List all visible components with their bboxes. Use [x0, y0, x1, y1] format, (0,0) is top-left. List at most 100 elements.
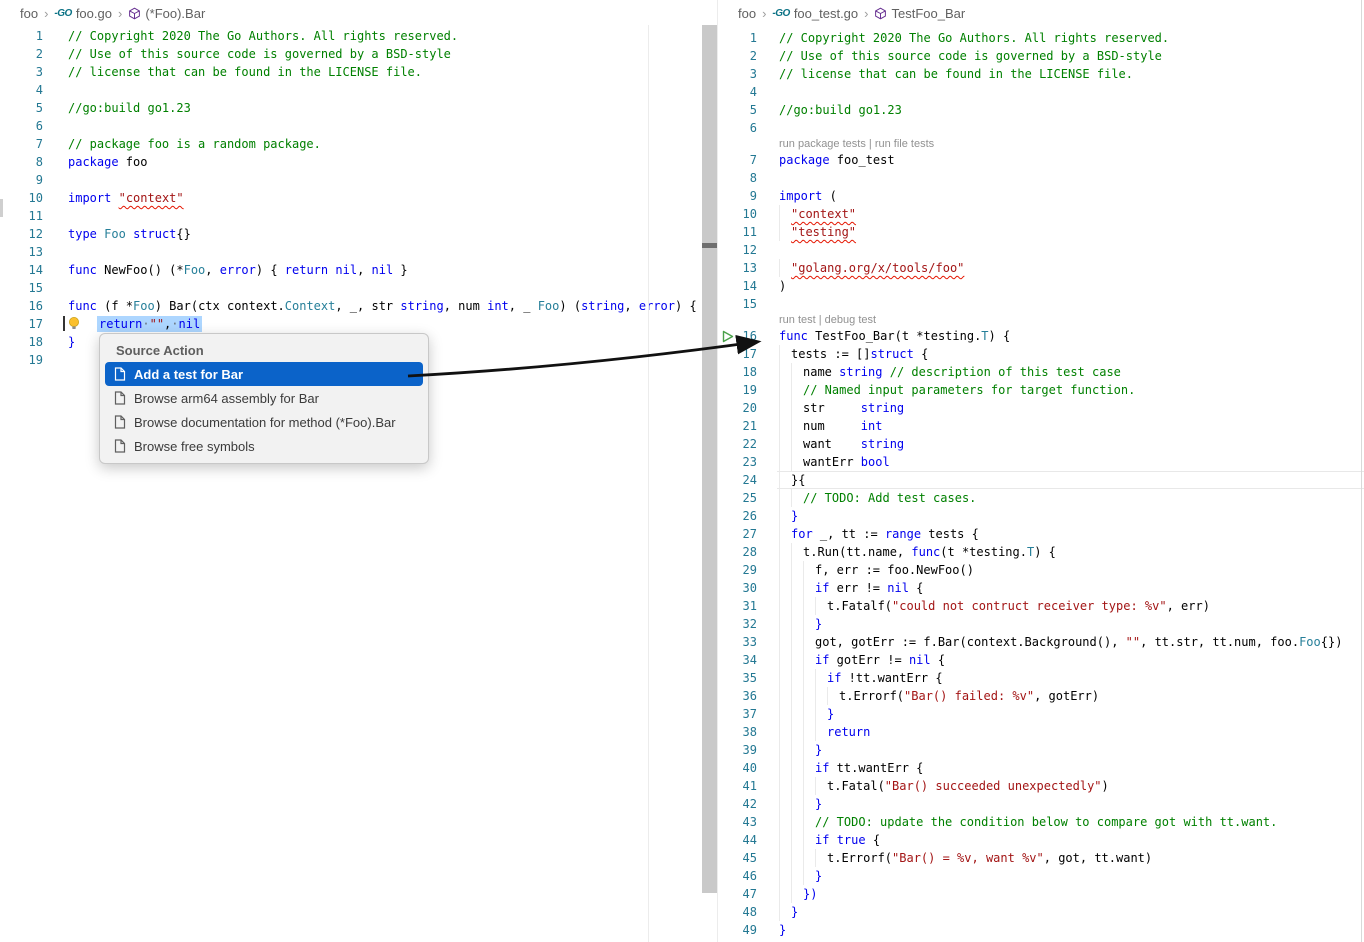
line-number[interactable]: 22 — [718, 435, 757, 453]
line-number[interactable]: 36 — [718, 687, 757, 705]
code-line[interactable]: 44if true { — [718, 831, 1364, 849]
code-line[interactable]: 2// Use of this source code is governed … — [0, 45, 718, 63]
line-number[interactable]: 3 — [0, 63, 43, 81]
code-line[interactable]: 17return·"",·nil — [0, 315, 718, 333]
run-test-icon[interactable] — [722, 330, 734, 343]
code-line[interactable]: 9import ( — [718, 187, 1364, 205]
code-line[interactable]: 30if err != nil { — [718, 579, 1364, 597]
code-line[interactable]: 20str string — [718, 399, 1364, 417]
code-line[interactable]: 26} — [718, 507, 1364, 525]
code-line[interactable]: 31t.Fatalf("could not contruct receiver … — [718, 597, 1364, 615]
breadcrumb-segment[interactable]: -GOfoo_test.go — [772, 6, 858, 21]
line-number[interactable]: 4 — [0, 81, 43, 99]
line-number[interactable]: 48 — [718, 903, 757, 921]
code-line[interactable]: 4 — [718, 83, 1364, 101]
line-number[interactable]: 7 — [718, 151, 757, 169]
code-line[interactable]: 9 — [0, 171, 718, 189]
code-line[interactable]: 15 — [0, 279, 718, 297]
code-line[interactable]: 33got, gotErr := f.Bar(context.Backgroun… — [718, 633, 1364, 651]
code-line[interactable]: 10import "context" — [0, 189, 718, 207]
line-number[interactable]: 23 — [718, 453, 757, 471]
line-number[interactable]: 35 — [718, 669, 757, 687]
code-line[interactable]: 37} — [718, 705, 1364, 723]
line-number[interactable]: 30 — [718, 579, 757, 597]
line-number[interactable]: 15 — [0, 279, 43, 297]
line-number[interactable]: 10 — [718, 205, 757, 223]
line-number[interactable]: 12 — [0, 225, 43, 243]
line-number[interactable]: 16 — [0, 297, 43, 315]
line-number[interactable]: 3 — [718, 65, 757, 83]
code-line[interactable]: 6 — [0, 117, 718, 135]
line-number[interactable]: 49 — [718, 921, 757, 939]
line-number[interactable]: 40 — [718, 759, 757, 777]
line-number[interactable]: 43 — [718, 813, 757, 831]
code-line[interactable]: 11"testing" — [718, 223, 1364, 241]
code-line[interactable]: 29f, err := foo.NewFoo() — [718, 561, 1364, 579]
code-line[interactable]: 22want string — [718, 435, 1364, 453]
line-number[interactable]: 7 — [0, 135, 43, 153]
code-line[interactable]: 32} — [718, 615, 1364, 633]
line-number[interactable]: 5 — [0, 99, 43, 117]
line-number[interactable]: 27 — [718, 525, 757, 543]
line-number[interactable]: 10 — [0, 189, 43, 207]
line-number[interactable]: 5 — [718, 101, 757, 119]
code-line[interactable]: 24}{ — [718, 471, 1364, 489]
code-line[interactable]: 38return — [718, 723, 1364, 741]
line-number[interactable]: 13 — [0, 243, 43, 261]
line-number[interactable]: 41 — [718, 777, 757, 795]
breadcrumb-segment[interactable]: -GOfoo.go — [54, 6, 112, 21]
code-line[interactable]: 8package foo — [0, 153, 718, 171]
code-line[interactable]: 6 — [718, 119, 1364, 137]
breadcrumb-segment[interactable]: foo — [738, 6, 756, 21]
line-number[interactable]: 33 — [718, 633, 757, 651]
codelens-link[interactable]: run package tests — [779, 138, 866, 150]
line-number[interactable]: 1 — [718, 29, 757, 47]
code-line[interactable]: 47}) — [718, 885, 1364, 903]
code-line[interactable]: 39} — [718, 741, 1364, 759]
code-line[interactable]: 18name string // description of this tes… — [718, 363, 1364, 381]
code-line[interactable]: 25// TODO: Add test cases. — [718, 489, 1364, 507]
line-number[interactable]: 8 — [0, 153, 43, 171]
code-line[interactable]: 17tests := []struct { — [718, 345, 1364, 363]
code-line[interactable]: 41t.Fatal("Bar() succeeded unexpectedly"… — [718, 777, 1364, 795]
code-line[interactable]: 7// package foo is a random package. — [0, 135, 718, 153]
code-line[interactable]: 19// Named input parameters for target f… — [718, 381, 1364, 399]
lightbulb-icon[interactable] — [67, 316, 81, 331]
code-line[interactable]: 49} — [718, 921, 1364, 939]
code-line[interactable]: 7package foo_test — [718, 151, 1364, 169]
line-number[interactable]: 15 — [718, 295, 757, 313]
line-number[interactable]: 20 — [718, 399, 757, 417]
code-line[interactable]: 36t.Errorf("Bar() failed: %v", gotErr) — [718, 687, 1364, 705]
scrollbar-thumb[interactable] — [702, 25, 717, 893]
menu-item[interactable]: Browse documentation for method (*Foo).B… — [105, 410, 423, 434]
code-line[interactable]: 14func NewFoo() (*Foo, error) { return n… — [0, 261, 718, 279]
line-number[interactable]: 47 — [718, 885, 757, 903]
line-number[interactable]: 34 — [718, 651, 757, 669]
line-number[interactable]: 45 — [718, 849, 757, 867]
code-line[interactable]: 40if tt.wantErr { — [718, 759, 1364, 777]
line-number[interactable]: 32 — [718, 615, 757, 633]
breadcrumb-segment[interactable]: (*Foo).Bar — [128, 6, 205, 21]
line-number[interactable]: 18 — [0, 333, 43, 351]
line-number[interactable]: 17 — [718, 345, 757, 363]
code-line[interactable]: 16func (f *Foo) Bar(ctx context.Context,… — [0, 297, 718, 315]
code-line[interactable]: 13 — [0, 243, 718, 261]
codelens-link[interactable]: run file tests — [875, 138, 934, 150]
line-number[interactable]: 26 — [718, 507, 757, 525]
line-number[interactable]: 1 — [0, 27, 43, 45]
line-number[interactable]: 42 — [718, 795, 757, 813]
line-number[interactable]: 6 — [718, 119, 757, 137]
code-line[interactable]: 21num int — [718, 417, 1364, 435]
code-line[interactable]: 12type Foo struct{} — [0, 225, 718, 243]
code-line[interactable]: 48} — [718, 903, 1364, 921]
line-number[interactable]: 13 — [718, 259, 757, 277]
line-number[interactable]: 4 — [718, 83, 757, 101]
code-line[interactable]: 45t.Errorf("Bar() = %v, want %v", got, t… — [718, 849, 1364, 867]
code-line[interactable]: 1// Copyright 2020 The Go Authors. All r… — [718, 29, 1364, 47]
code-line[interactable]: 2// Use of this source code is governed … — [718, 47, 1364, 65]
line-number[interactable]: 9 — [0, 171, 43, 189]
line-number[interactable]: 19 — [718, 381, 757, 399]
code-line[interactable]: 35if !tt.wantErr { — [718, 669, 1364, 687]
line-number[interactable]: 8 — [718, 169, 757, 187]
line-number[interactable]: 2 — [0, 45, 43, 63]
